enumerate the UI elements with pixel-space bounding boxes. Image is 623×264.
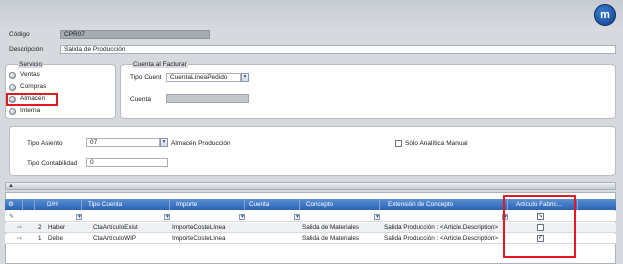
grid-options-icon[interactable]: ⚙ [5,199,23,210]
ventas-radio[interactable] [9,72,16,79]
articulo-column-highlight [503,195,576,258]
chevron-down-icon[interactable]: ▼ [241,73,249,82]
chevron-down-icon[interactable]: ▼ [160,138,168,147]
filter-tipo-cuenta-dropdown[interactable]: ▼ [164,214,170,220]
row-importe[interactable]: ImporteCosteLínea [172,223,226,233]
splitter-bar[interactable] [5,182,616,190]
filter-concepto-dropdown[interactable]: ▼ [374,214,380,220]
row-extension[interactable]: Salida Producción : <Article.Description… [384,223,508,233]
interna-radio[interactable] [9,108,16,115]
ventas-label[interactable]: Ventas [20,71,40,78]
col-cuenta[interactable]: Cuenta [245,199,300,210]
row-dh[interactable]: Haber [48,223,65,233]
descripcion-field[interactable]: Salida de Producción [60,45,616,54]
solo-analitica-checkbox[interactable] [395,140,402,147]
cuenta-field[interactable] [166,94,249,103]
row-concepto[interactable]: Salida de Materiales [302,223,359,233]
cuenta-label: Cuenta [130,96,151,103]
servicio-legend: Servicio [18,61,44,68]
asiento-panel [9,126,616,176]
title-bar [0,0,623,30]
codigo-label: Código [9,31,30,38]
col-tipo-cuenta[interactable]: Tipo Cuenta [82,199,170,210]
row-tipo-cuenta[interactable]: CtaArtículoWIP [93,234,136,244]
col-extension[interactable]: Extensión de Concepto [380,199,508,210]
tipo-asiento-desc: Almacén Producción [171,140,231,147]
descripcion-label: Descripción [9,46,43,53]
compras-radio[interactable] [9,84,16,91]
tipo-contabilidad-label: Tipo Contabilidad [27,160,78,167]
col-concepto[interactable]: Concepto [300,199,380,210]
row-handle-icon[interactable]: ⇨ [17,223,22,233]
row-extension[interactable]: Salida Producción : <Article.Description… [384,234,508,244]
filter-icon[interactable]: ✎ [9,213,14,220]
row-concepto[interactable]: Salida de Materiales [302,234,359,244]
filter-dh-dropdown[interactable]: ▼ [76,214,82,220]
row-dh[interactable]: Debe [48,234,63,244]
header-spacer [23,199,35,210]
col-importe[interactable]: Importe [170,199,245,210]
filter-importe-dropdown[interactable]: ▼ [239,214,245,220]
tipo-cuenta-select[interactable]: CuentaLíneaPedido [166,73,241,82]
solo-analitica-label: Sólo Analítica Manual [405,140,468,147]
cuenta-facturar-legend: Cuenta al Facturar [132,61,188,68]
tipo-asiento-label: Tipo Asiento [27,140,63,147]
row-number: 2 [38,224,42,231]
row-importe[interactable]: ImporteCosteLínea [172,234,226,244]
app-logo-icon[interactable]: m [594,4,616,26]
tipo-cuenta-label: Tipo Cuent [130,74,162,81]
row-tipo-cuenta[interactable]: CtaArtículoExist [93,223,138,233]
tipo-contabilidad-field[interactable]: 0 [86,158,168,167]
row-handle-icon[interactable]: ⇨ [17,234,22,244]
tipo-asiento-select[interactable]: 07 [86,138,160,147]
row-number: 1 [38,235,42,242]
codigo-field[interactable]: CPR07 [60,30,210,39]
col-dh[interactable]: D/H [35,199,82,210]
collapse-icon[interactable]: ▲ [8,182,14,190]
interna-label[interactable]: Interna [20,107,40,114]
almacen-highlight [6,93,58,106]
filter-cuenta-dropdown[interactable]: ▼ [294,214,300,220]
compras-label[interactable]: Compras [20,83,46,90]
